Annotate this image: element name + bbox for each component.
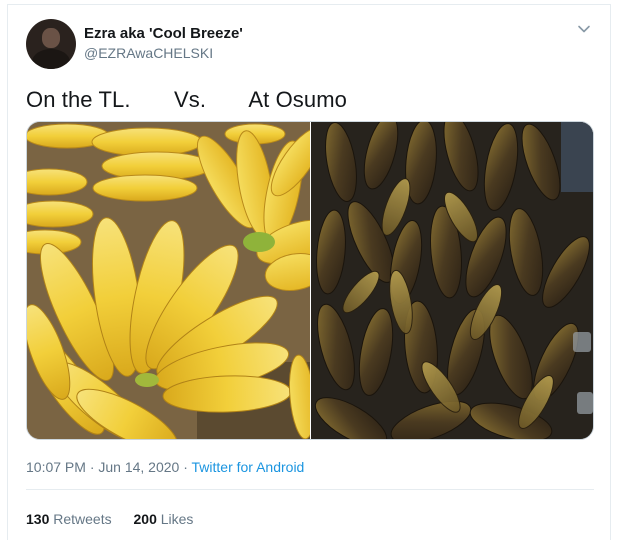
overripe-bananas-image [311,122,593,439]
retweets-label: Retweets [53,511,112,527]
timestamp-text[interactable]: 10:07 PM · Jun 14, 2020 · [26,459,192,475]
tweet-text: On the TL. Vs. At Osumo [26,87,347,112]
tweet-card: Ezra aka 'Cool Breeze' @EZRAwaCHELSKI On… [7,4,611,540]
overripe-bananas-illustration [311,122,593,439]
fresh-bananas-illustration [27,122,310,439]
author-handle[interactable]: @EZRAwaCHELSKI [84,45,213,61]
likes-count: 200 [133,511,157,527]
retweets-count: 130 [26,511,50,527]
likes-label: Likes [160,511,194,527]
divider [26,489,594,490]
tweet-stats: 130 Retweets 200 Likes [26,511,211,527]
source-link[interactable]: Twitter for Android [192,459,305,475]
author-name[interactable]: Ezra aka 'Cool Breeze' [84,25,243,42]
likes-stat[interactable]: 200 Likes [134,511,194,527]
chevron-down-icon[interactable] [576,21,592,37]
fresh-bananas-image [27,122,310,439]
avatar-face [42,28,60,48]
retweets-stat[interactable]: 130 Retweets [26,511,112,527]
tweet-media[interactable] [26,121,594,440]
avatar[interactable] [26,19,76,69]
tweet-timestamp: 10:07 PM · Jun 14, 2020 · Twitter for An… [26,459,304,475]
avatar-body [32,49,70,69]
